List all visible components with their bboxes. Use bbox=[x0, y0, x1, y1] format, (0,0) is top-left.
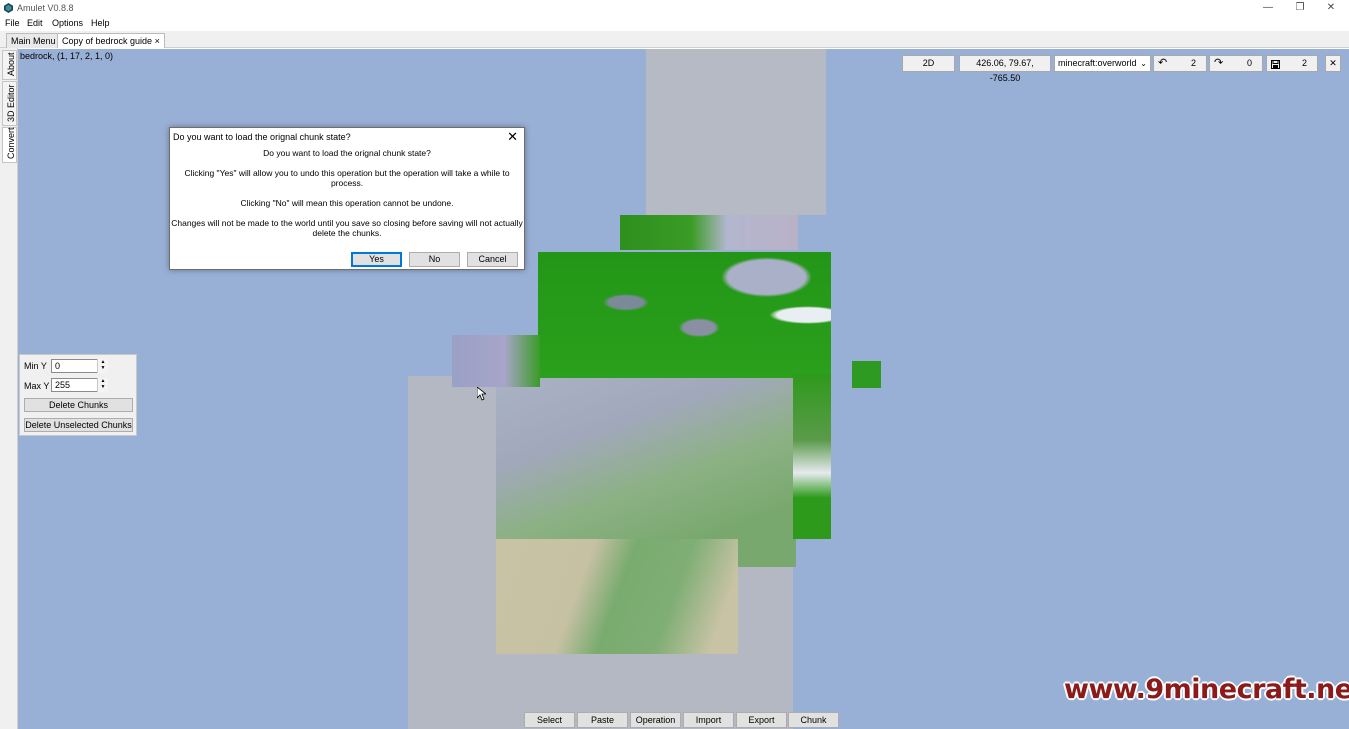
dialog-heading: Do you want to load the orignal chunk st… bbox=[263, 148, 431, 158]
title-bar: Amulet V0.8.8 — ❐ ✕ bbox=[0, 0, 1349, 16]
redo-button[interactable]: ↷ 0 bbox=[1209, 55, 1263, 72]
delete-unselected-chunks-button[interactable]: Delete Unselected Chunks bbox=[24, 418, 133, 432]
min-y-value: 0 bbox=[55, 361, 61, 371]
undo-icon: ↶ bbox=[1158, 57, 1168, 69]
dialog-title: Do you want to load the orignal chunk st… bbox=[173, 132, 351, 142]
operation-toolbar: Select Paste Operation Import Export Chu… bbox=[524, 712, 840, 728]
redo-icon: ↷ bbox=[1214, 57, 1224, 69]
no-button[interactable]: No bbox=[409, 252, 460, 267]
undo-button[interactable]: ↶ 2 bbox=[1153, 55, 1207, 72]
maximize-button[interactable]: ❐ bbox=[1283, 1, 1317, 15]
export-button[interactable]: Export bbox=[736, 712, 787, 728]
save-count: 2 bbox=[1301, 58, 1307, 68]
max-y-label: Max Y bbox=[24, 381, 50, 391]
dialog-close-icon[interactable]: ✕ bbox=[507, 129, 518, 145]
dialog-text: delete the chunks. bbox=[312, 228, 382, 238]
min-y-stepper[interactable]: ▲ ▼ bbox=[97, 359, 108, 373]
menu-options[interactable]: Options bbox=[52, 18, 83, 28]
dialog-text: Clicking "No" will mean this operation c… bbox=[240, 198, 454, 208]
tab-copy-of-bedrock-guide[interactable]: Copy of bedrock guide × bbox=[57, 33, 165, 48]
side-tab-convert[interactable]: Convert bbox=[2, 127, 17, 163]
world-chunk-region bbox=[852, 361, 881, 388]
side-tab-about[interactable]: About bbox=[2, 50, 17, 80]
faded-world-region bbox=[496, 539, 738, 654]
tab-main-menu[interactable]: Main Menu bbox=[6, 33, 61, 48]
side-tab-label: Convert bbox=[6, 127, 16, 159]
window-title: Amulet V0.8.8 bbox=[17, 3, 74, 13]
world-chunk-region bbox=[452, 335, 540, 387]
max-y-stepper[interactable]: ▲ ▼ bbox=[97, 378, 108, 392]
import-button[interactable]: Import bbox=[683, 712, 734, 728]
operation-button[interactable]: Operation bbox=[630, 712, 681, 728]
amulet-app-icon bbox=[4, 3, 13, 13]
chunk-button[interactable]: Chunk bbox=[788, 712, 839, 728]
side-tab-label: 3D Editor bbox=[6, 84, 16, 122]
world-chunk-region bbox=[793, 374, 831, 539]
min-y-label: Min Y bbox=[24, 361, 47, 371]
save-icon bbox=[1271, 59, 1280, 74]
faded-chunk-region bbox=[646, 49, 826, 215]
mouse-cursor-icon bbox=[477, 387, 486, 401]
tab-label: Main Menu bbox=[11, 36, 56, 46]
close-window-button[interactable]: ✕ bbox=[1314, 1, 1348, 15]
dialog-text: process. bbox=[330, 178, 364, 188]
yes-button[interactable]: Yes bbox=[351, 252, 402, 267]
menu-bar: File Edit Options Help bbox=[0, 16, 1349, 31]
view-mode-button[interactable]: 2D bbox=[902, 55, 955, 72]
dimension-value: minecraft:overworld bbox=[1058, 58, 1137, 68]
paste-button[interactable]: Paste bbox=[577, 712, 628, 728]
menu-help[interactable]: Help bbox=[91, 18, 110, 28]
minimize-button[interactable]: — bbox=[1251, 1, 1285, 15]
close-icon: ✕ bbox=[1329, 58, 1337, 68]
side-tab-3d-editor[interactable]: 3D Editor bbox=[2, 81, 17, 126]
world-chunk-region bbox=[538, 252, 831, 378]
undo-count: 2 bbox=[1190, 58, 1196, 68]
coordinates-display[interactable]: 426.06, 79.67, -765.50 bbox=[959, 55, 1051, 83]
side-tab-strip: About 3D Editor Convert bbox=[0, 48, 18, 729]
delete-chunks-button[interactable]: Delete Chunks bbox=[24, 398, 133, 412]
dialog-message: Do you want to load the orignal chunk st… bbox=[170, 148, 524, 238]
select-button[interactable]: Select bbox=[524, 712, 575, 728]
redo-count: 0 bbox=[1246, 58, 1252, 68]
chevron-down-icon: ⌄ bbox=[1140, 59, 1147, 68]
dialog-text: Changes will not be made to the world un… bbox=[171, 218, 523, 228]
side-tab-label: About bbox=[6, 52, 16, 76]
dimension-select[interactable]: minecraft:overworld ⌄ bbox=[1054, 55, 1151, 72]
chunk-tool-panel: Min Y 0 ▲ ▼ Max Y 255 ▲ ▼ Delete Chunks De… bbox=[19, 354, 137, 436]
world-chunk-region bbox=[620, 215, 798, 250]
watermark: www.9minecraft.net bbox=[1064, 674, 1349, 705]
tab-bar: Main Menu Copy of bedrock guide × bbox=[0, 31, 1349, 48]
block-status-text: bedrock, (1, 17, 2, 1, 0) bbox=[20, 51, 114, 61]
tab-label: Copy of bedrock guide bbox=[62, 36, 153, 46]
menu-file[interactable]: File bbox=[5, 18, 20, 28]
load-chunk-state-dialog: Do you want to load the orignal chunk st… bbox=[169, 127, 525, 270]
menu-edit[interactable]: Edit bbox=[27, 18, 43, 28]
tab-close-icon[interactable]: × bbox=[155, 36, 160, 46]
max-y-value: 255 bbox=[55, 380, 71, 390]
cancel-button[interactable]: Cancel bbox=[467, 252, 518, 267]
close-world-button[interactable]: ✕ bbox=[1325, 55, 1341, 72]
view-mode-label: 2D bbox=[922, 58, 935, 68]
dialog-text: Clicking "Yes" will allow you to undo th… bbox=[184, 168, 510, 178]
save-button[interactable]: 2 bbox=[1266, 55, 1318, 72]
